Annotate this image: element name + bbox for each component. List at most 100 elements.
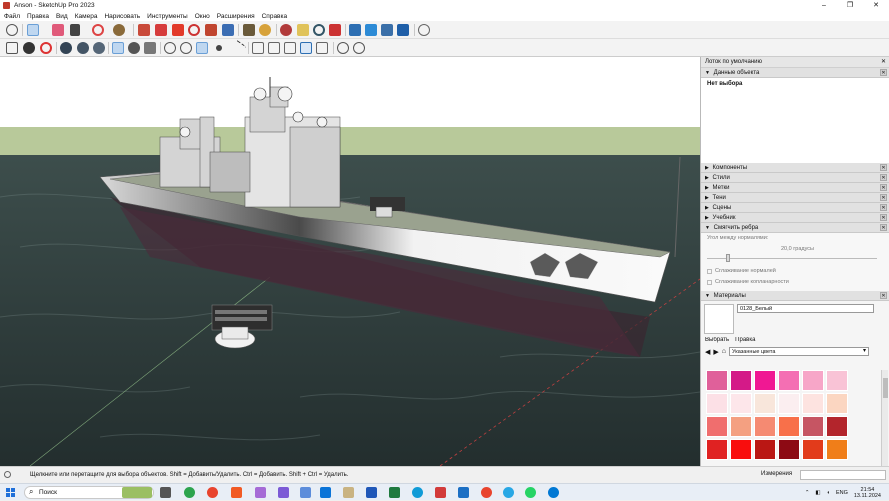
account-icon[interactable]	[418, 24, 430, 36]
section-close-icon[interactable]: ✕	[880, 224, 887, 231]
material-swatch[interactable]	[826, 370, 848, 391]
swatch-scrollbar[interactable]	[881, 370, 888, 466]
menu-edit[interactable]: Правка	[27, 13, 49, 20]
app-icon[interactable]	[278, 487, 289, 498]
material-swatch[interactable]	[730, 393, 752, 414]
styles-button[interactable]	[93, 42, 105, 54]
menu-file[interactable]: Файл	[4, 13, 20, 20]
material-swatch[interactable]	[778, 439, 800, 460]
checkbox-box[interactable]	[707, 268, 712, 274]
point-icon[interactable]	[216, 45, 222, 51]
android-app-icon[interactable]	[184, 487, 195, 498]
extension-manager-button[interactable]	[397, 24, 409, 36]
material-swatch[interactable]	[778, 370, 800, 391]
menu-view[interactable]: Вид	[56, 13, 68, 20]
material-swatch[interactable]	[826, 439, 848, 460]
sketchup-taskbar-icon[interactable]	[435, 487, 446, 498]
shadows-section[interactable]: ▶ Тени ✕	[701, 193, 889, 203]
select-tool-button[interactable]	[27, 24, 39, 36]
material-swatch[interactable]	[778, 393, 800, 414]
windows-start-icon[interactable]	[6, 488, 15, 497]
menu-draw[interactable]: Нарисовать	[104, 13, 140, 20]
view-top-icon[interactable]	[268, 42, 280, 54]
material-swatch[interactable]	[754, 393, 776, 414]
system-clock[interactable]: 21:54 13.11.2024	[854, 487, 881, 499]
close-window-button[interactable]: ✕	[863, 0, 889, 11]
chrome-icon[interactable]	[207, 487, 218, 498]
paint-bucket-button[interactable]	[259, 24, 271, 36]
zoom-extents-button[interactable]	[329, 24, 341, 36]
minimize-button[interactable]: –	[811, 0, 837, 11]
menu-camera[interactable]: Камера	[75, 13, 98, 20]
home-icon[interactable]: ⌂	[722, 348, 726, 355]
tab-select[interactable]: Выбрать	[705, 337, 729, 346]
section-close-icon[interactable]: ✕	[880, 164, 887, 171]
material-swatch[interactable]	[730, 416, 752, 437]
xray-style-button[interactable]	[112, 42, 124, 54]
material-swatch[interactable]	[802, 370, 824, 391]
material-swatch[interactable]	[706, 370, 728, 391]
view-front-icon[interactable]	[284, 42, 296, 54]
arc-tool-button[interactable]	[92, 24, 104, 36]
sandbox-button[interactable]	[77, 42, 89, 54]
material-collection-dropdown[interactable]: Указанные цвета	[729, 347, 870, 356]
soften-edges-section[interactable]: ▼ Смягчить ребра ✕	[701, 223, 889, 233]
edge-icon[interactable]	[412, 487, 423, 498]
gear-icon[interactable]	[23, 42, 35, 54]
download-cloud-icon[interactable]	[180, 42, 192, 54]
tab-edit[interactable]: Правка	[735, 337, 755, 346]
network-icon[interactable]: ◧	[815, 490, 820, 496]
share-cloud-icon[interactable]	[337, 42, 349, 54]
language-indicator[interactable]: ENG	[836, 490, 848, 496]
skype-icon[interactable]	[548, 487, 559, 498]
hidden-line-button[interactable]	[128, 42, 140, 54]
smooth-normals-checkbox[interactable]: Сглаживание нормалей	[707, 268, 776, 274]
scrollbar-thumb[interactable]	[883, 378, 888, 398]
angle-slider-track[interactable]	[707, 258, 877, 259]
whatsapp-icon[interactable]	[525, 487, 536, 498]
scenes-section[interactable]: ▶ Сцены ✕	[701, 203, 889, 213]
material-swatch[interactable]	[802, 393, 824, 414]
section-close-icon[interactable]: ✕	[880, 184, 887, 191]
materials-section[interactable]: ▼ Материалы ✕	[701, 291, 889, 301]
material-swatch[interactable]	[826, 393, 848, 414]
section-close-icon[interactable]: ✕	[880, 174, 887, 181]
menu-tools[interactable]: Инструменты	[147, 13, 188, 20]
news-widget-icon[interactable]	[122, 487, 152, 498]
yandex-icon[interactable]	[481, 487, 492, 498]
section-close-icon[interactable]: ✕	[880, 292, 887, 299]
chevron-up-icon[interactable]: ⌃	[805, 490, 810, 496]
checkbox-box[interactable]	[707, 279, 712, 285]
tray-close-icon[interactable]: ✕	[881, 57, 886, 68]
material-swatch[interactable]	[754, 416, 776, 437]
line-tool-button[interactable]	[70, 24, 80, 36]
extension-warehouse-button[interactable]	[365, 24, 377, 36]
telegram-icon[interactable]	[503, 487, 514, 498]
section-close-icon[interactable]: ✕	[880, 204, 887, 211]
pan-tool-button[interactable]	[297, 24, 309, 36]
close-icon[interactable]	[40, 42, 52, 54]
shaded-button[interactable]	[144, 42, 156, 54]
back-arrow-icon[interactable]: ◀	[705, 348, 710, 356]
folder-icon[interactable]	[6, 42, 18, 54]
tape-measure-button[interactable]	[243, 24, 255, 36]
3d-warehouse-button[interactable]	[349, 24, 361, 36]
push-pull-tool-button[interactable]	[138, 24, 150, 36]
section-close-icon[interactable]: ✕	[880, 69, 887, 76]
outlook-icon[interactable]	[320, 487, 331, 498]
section-close-icon[interactable]: ✕	[880, 194, 887, 201]
photos-icon[interactable]	[300, 487, 311, 498]
material-swatch[interactable]	[754, 439, 776, 460]
rotate-tool-button[interactable]	[188, 24, 200, 36]
view-iso-icon[interactable]	[252, 42, 264, 54]
zoom-tool-button[interactable]	[313, 24, 325, 36]
offset-tool-button[interactable]	[222, 24, 234, 36]
shape-tool-button[interactable]	[113, 24, 125, 36]
media-app-icon[interactable]	[255, 487, 266, 498]
material-swatch[interactable]	[754, 370, 776, 391]
dimension-icon[interactable]	[229, 39, 247, 57]
instructor-section[interactable]: ▶ Учебник ✕	[701, 213, 889, 223]
layout-button[interactable]	[381, 24, 393, 36]
menu-window[interactable]: Окно	[195, 13, 210, 20]
move-tool-button[interactable]	[172, 24, 184, 36]
